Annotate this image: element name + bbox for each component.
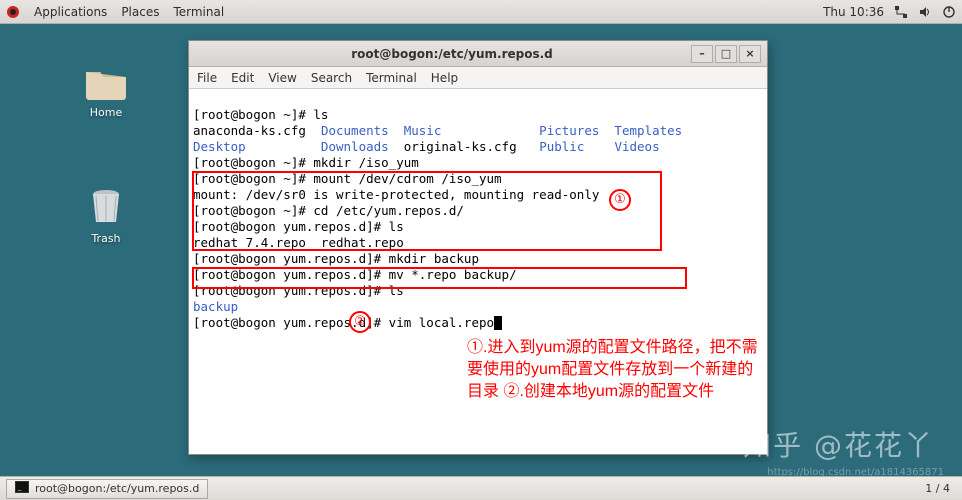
menu-places[interactable]: Places xyxy=(121,5,159,19)
window-titlebar[interactable]: root@bogon:/etc/yum.repos.d – □ × xyxy=(189,41,767,67)
top-panel: Applications Places Terminal Thu 10:36 xyxy=(0,0,962,24)
watermark: 知乎 @花花丫 xyxy=(743,424,934,464)
annotation-marker-1: ① xyxy=(609,189,631,211)
desktop-icon-home[interactable]: Home xyxy=(70,58,142,119)
term-line: [root@bogon ~]# ls xyxy=(193,107,328,122)
bottom-panel: _ root@bogon:/etc/yum.repos.d 1 / 4 xyxy=(0,476,962,500)
term-line: [root@bogon ~]# mkdir /iso_yum xyxy=(193,155,419,170)
terminal-output[interactable]: [root@bogon ~]# ls anaconda-ks.cfg Docum… xyxy=(189,89,767,454)
folder-icon xyxy=(82,58,130,102)
term-line: backup xyxy=(193,299,238,314)
menu-search[interactable]: Search xyxy=(311,71,352,85)
menu-terminal[interactable]: Terminal xyxy=(366,71,417,85)
term-line: [root@bogon yum.repos.d]# ls xyxy=(193,283,404,298)
volume-icon[interactable] xyxy=(918,5,932,19)
term-line: Desktop Downloads xyxy=(193,139,389,154)
taskbar-button-label: root@bogon:/etc/yum.repos.d xyxy=(35,482,199,495)
window-menubar: File Edit View Search Terminal Help xyxy=(189,67,767,89)
term-line: Documents Music Pictures Templates xyxy=(321,123,682,138)
menu-file[interactable]: File xyxy=(197,71,217,85)
term-line: Public Videos xyxy=(539,139,659,154)
menu-view[interactable]: View xyxy=(268,71,296,85)
taskbar-button-terminal[interactable]: _ root@bogon:/etc/yum.repos.d xyxy=(6,479,208,499)
annotation-text: ①.进入到yum源的配置文件路径，把不需要使用的yum配置文件存放到一个新建的目… xyxy=(467,337,767,403)
term-line: anaconda-ks.cfg xyxy=(193,123,321,138)
window-minimize-button[interactable]: – xyxy=(691,45,713,63)
term-line: mount: /dev/sr0 is write-protected, moun… xyxy=(193,187,599,202)
window-maximize-button[interactable]: □ xyxy=(715,45,737,63)
desktop-icon-trash[interactable]: Trash xyxy=(70,184,142,245)
terminal-window: root@bogon:/etc/yum.repos.d – □ × File E… xyxy=(188,40,768,455)
term-line: [root@bogon ~]# cd /etc/yum.repos.d/ xyxy=(193,203,464,218)
power-icon[interactable] xyxy=(942,5,956,19)
cursor-icon xyxy=(494,316,502,330)
trash-icon xyxy=(82,184,130,228)
terminal-icon: _ xyxy=(15,481,29,496)
term-line: [root@bogon yum.repos.d]# mkdir backup xyxy=(193,251,479,266)
workspace-pager[interactable]: 1 / 4 xyxy=(919,482,956,495)
desktop-icon-label: Trash xyxy=(70,232,142,245)
window-title: root@bogon:/etc/yum.repos.d xyxy=(213,47,691,61)
distro-logo-icon xyxy=(6,5,20,19)
clock[interactable]: Thu 10:36 xyxy=(823,5,884,19)
menu-edit[interactable]: Edit xyxy=(231,71,254,85)
term-line: [root@bogon yum.repos.d]# ls xyxy=(193,219,404,234)
term-line: [root@bogon ~]# mount /dev/cdrom /iso_yu… xyxy=(193,171,502,186)
svg-text:_: _ xyxy=(17,483,22,491)
menu-help[interactable]: Help xyxy=(431,71,458,85)
network-icon[interactable] xyxy=(894,5,908,19)
menu-terminal[interactable]: Terminal xyxy=(173,5,224,19)
term-line: redhat_7.4.repo redhat.repo xyxy=(193,235,404,250)
desktop-icon-label: Home xyxy=(70,106,142,119)
term-line: [root@bogon yum.repos.d]# mv *.repo back… xyxy=(193,267,517,282)
term-line: [root@bogon yum.repos.d]# vim local.repo xyxy=(193,315,494,330)
menu-applications[interactable]: Applications xyxy=(34,5,107,19)
term-line: original-ks.cfg xyxy=(389,139,540,154)
window-close-button[interactable]: × xyxy=(739,45,761,63)
